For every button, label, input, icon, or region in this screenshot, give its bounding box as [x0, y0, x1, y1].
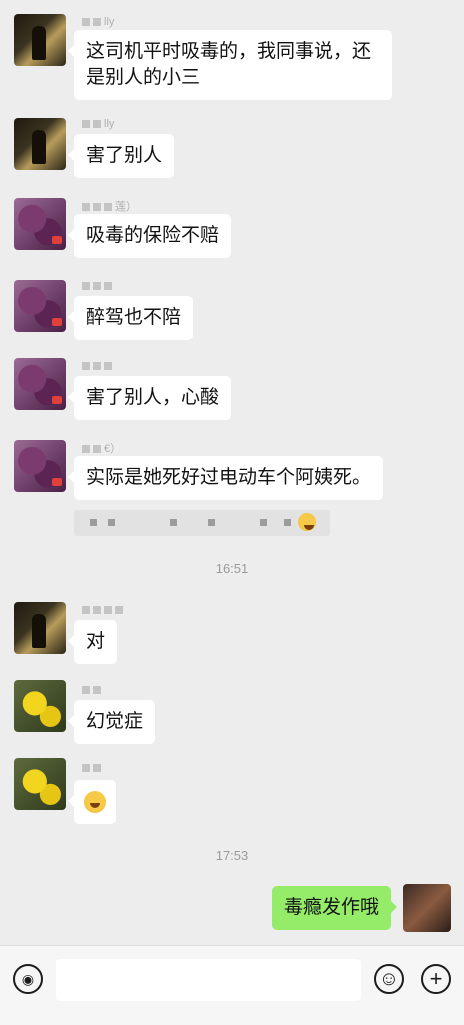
avatar[interactable]	[14, 602, 66, 654]
emoji-icon	[298, 513, 316, 531]
plus-icon[interactable]: +	[421, 964, 451, 994]
message-text: 吸毒的保险不赔	[86, 225, 220, 246]
sender-name	[82, 684, 104, 698]
message-bubble[interactable]: 吸毒的保险不赔	[67, 214, 232, 258]
message-text: 对	[86, 631, 106, 652]
avatar[interactable]	[14, 358, 66, 410]
message-text: 是别人的小三	[86, 67, 201, 88]
timestamp: 16:51	[215, 561, 249, 576]
timestamp: 17:53	[215, 848, 249, 863]
blurred-char	[170, 519, 177, 526]
avatar[interactable]	[14, 14, 66, 66]
quoted-message[interactable]	[74, 510, 330, 536]
input-bar: ◉ ☺ +	[0, 945, 464, 1025]
sender-name: €）	[82, 440, 121, 455]
message-text: 害了别人	[86, 145, 163, 166]
laughing-emoji-icon	[84, 790, 106, 813]
avatar[interactable]	[14, 198, 66, 250]
message-input[interactable]	[56, 959, 361, 1001]
sender-name	[82, 604, 126, 618]
message-bubble[interactable]: 幻觉症	[67, 700, 156, 744]
blurred-char	[284, 519, 291, 526]
avatar[interactable]	[14, 758, 66, 810]
avatar[interactable]	[14, 118, 66, 170]
emoji-icon[interactable]: ☺	[374, 964, 404, 994]
message-bubble[interactable]: 实际是她死好过电动车个阿姨死。	[67, 456, 384, 500]
blurred-char	[108, 519, 115, 526]
message-bubble[interactable]: 醉驾也不陪	[67, 296, 194, 340]
message-bubble[interactable]: 害了别人，心酸	[67, 376, 232, 420]
message-bubble[interactable]: 害了别人	[67, 134, 175, 178]
message-bubble[interactable]: 对	[67, 620, 118, 664]
message-text: 害了别人，心酸	[86, 387, 220, 408]
message-text: 实际是她死好过电动车个阿姨死。	[86, 467, 372, 488]
blurred-char	[260, 519, 267, 526]
sender-name: 莲）	[82, 198, 137, 213]
message-text: 幻觉症	[86, 711, 144, 732]
message-text: 这司机平时吸毒的，我同事说，还	[86, 41, 372, 62]
avatar[interactable]	[14, 680, 66, 732]
chat-area[interactable]: lly 这司机平时吸毒的，我同事说，还 是别人的小三 lly 害了别人 莲） 吸…	[0, 0, 464, 945]
sender-name	[82, 762, 104, 776]
message-bubble-self[interactable]: 毒瘾发作哦	[271, 886, 398, 930]
message-bubble[interactable]: 这司机平时吸毒的，我同事说，还 是别人的小三	[68, 30, 392, 100]
blurred-char	[90, 519, 97, 526]
message-bubble[interactable]	[68, 780, 116, 824]
voice-icon[interactable]: ◉	[13, 964, 43, 994]
blurred-char	[208, 519, 215, 526]
message-text: 毒瘾发作哦	[283, 897, 379, 918]
sender-name	[82, 360, 115, 374]
sender-name: lly	[82, 118, 114, 132]
sender-name: lly	[82, 16, 114, 30]
avatar-self[interactable]	[403, 884, 451, 932]
avatar[interactable]	[14, 440, 66, 492]
message-text: 醉驾也不陪	[86, 307, 182, 328]
sender-name	[82, 280, 115, 294]
avatar[interactable]	[14, 280, 66, 332]
